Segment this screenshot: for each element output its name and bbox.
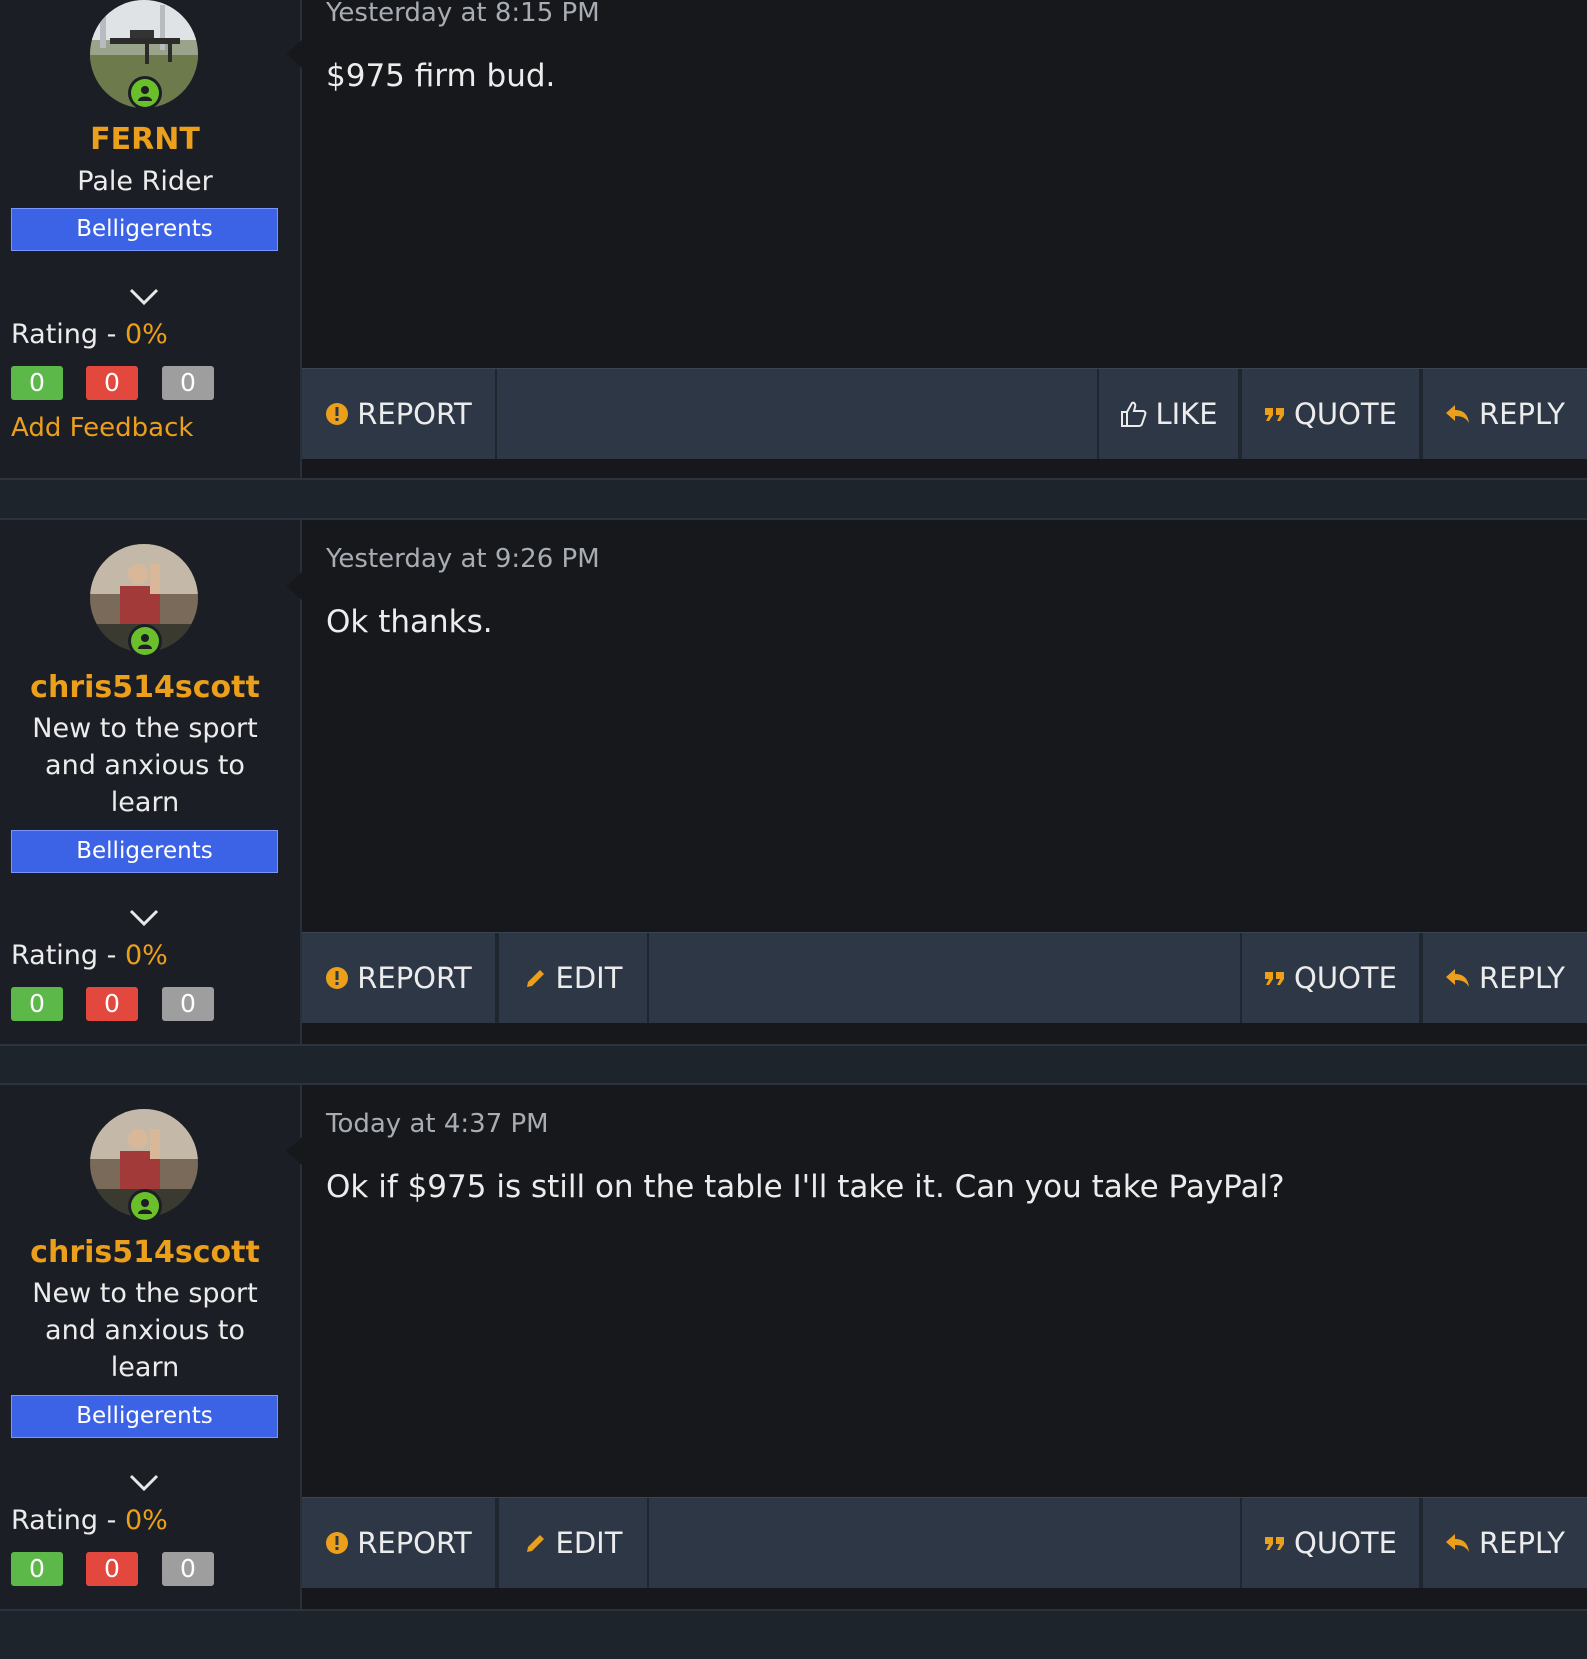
- post-arrow: [286, 572, 302, 600]
- negative-feedback-badge[interactable]: 0: [86, 366, 138, 400]
- like-icon: [1121, 401, 1147, 427]
- edit-label: EDIT: [555, 961, 623, 995]
- reply-icon: [1446, 969, 1469, 987]
- rating-label: Rating -: [11, 319, 125, 350]
- user-title: New to the sport and anxious to learn: [32, 713, 258, 818]
- like-button[interactable]: LIKE: [1097, 369, 1240, 459]
- username[interactable]: chris514scott: [0, 1235, 290, 1270]
- post-message: $975 firm bud.: [326, 58, 556, 94]
- quote-label: QUOTE: [1294, 961, 1397, 995]
- post: chris514scott New to the sport and anxio…: [0, 1083, 1587, 1611]
- quote-button[interactable]: QUOTE: [1240, 933, 1421, 1023]
- online-status-icon: [128, 624, 162, 658]
- user-group-banner: Belligerents: [11, 1395, 278, 1438]
- report-icon: [326, 403, 349, 425]
- report-icon: [326, 1532, 349, 1554]
- post-arrow: [286, 1137, 302, 1165]
- rating-value: 0%: [124, 940, 168, 971]
- post-user-panel: chris514scott New to the sport and anxio…: [0, 1085, 302, 1609]
- post-action-bar: REPORT LIKE QUOTE REPLY: [302, 368, 1587, 459]
- rating-line: Rating - 0%: [11, 940, 168, 971]
- reply-label: REPLY: [1479, 1526, 1565, 1560]
- post-user-panel: chris514scott New to the sport and anxio…: [0, 520, 302, 1044]
- quote-icon: [1265, 972, 1285, 985]
- pencil-icon: [526, 970, 544, 987]
- username[interactable]: chris514scott: [0, 670, 290, 705]
- user-title: Pale Rider: [77, 166, 213, 197]
- reply-label: REPLY: [1479, 397, 1565, 431]
- post: FERNT Pale Rider Belligerents Rating - 0…: [0, 0, 1587, 480]
- online-status-icon: [128, 1189, 162, 1223]
- chevron-down-icon[interactable]: [128, 1473, 160, 1493]
- post-body: Yesterday at 9:26 PM Ok thanks. REPORT E…: [286, 520, 1587, 1044]
- report-label: REPORT: [357, 961, 472, 995]
- positive-feedback-badge[interactable]: 0: [11, 1552, 63, 1586]
- edit-button[interactable]: EDIT: [497, 1498, 649, 1588]
- quote-icon: [1265, 1537, 1285, 1550]
- rating-label: Rating -: [11, 940, 125, 971]
- chevron-down-icon[interactable]: [128, 908, 160, 928]
- post-message: Ok if $975 is still on the table I'll ta…: [326, 1169, 1285, 1205]
- reply-label: REPLY: [1479, 961, 1565, 995]
- quote-icon: [1265, 408, 1285, 421]
- report-label: REPORT: [357, 397, 472, 431]
- edit-label: EDIT: [555, 1526, 623, 1560]
- like-label: LIKE: [1155, 397, 1218, 431]
- post-user-panel: FERNT Pale Rider Belligerents Rating - 0…: [0, 0, 302, 478]
- user-group-banner: Belligerents: [11, 208, 278, 251]
- online-status-icon: [128, 76, 162, 110]
- neutral-feedback-badge[interactable]: 0: [162, 366, 214, 400]
- post: chris514scott New to the sport and anxio…: [0, 518, 1587, 1046]
- quote-label: QUOTE: [1294, 397, 1397, 431]
- edit-button[interactable]: EDIT: [497, 933, 649, 1023]
- reply-icon: [1446, 405, 1469, 423]
- post-date[interactable]: Yesterday at 9:26 PM: [326, 544, 600, 574]
- neutral-feedback-badge[interactable]: 0: [162, 987, 214, 1021]
- rating-line: Rating - 0%: [11, 1505, 168, 1536]
- report-button[interactable]: REPORT: [302, 1498, 497, 1588]
- quote-button[interactable]: QUOTE: [1240, 369, 1421, 459]
- reply-button[interactable]: REPLY: [1421, 933, 1587, 1023]
- positive-feedback-badge[interactable]: 0: [11, 366, 63, 400]
- reply-icon: [1446, 1534, 1469, 1552]
- negative-feedback-badge[interactable]: 0: [86, 987, 138, 1021]
- neutral-feedback-badge[interactable]: 0: [162, 1552, 214, 1586]
- report-button[interactable]: REPORT: [302, 933, 497, 1023]
- post-arrow: [286, 40, 302, 68]
- post-action-bar: REPORT EDIT QUOTE REPLY: [302, 1497, 1587, 1588]
- post-date[interactable]: Yesterday at 8:15 PM: [326, 0, 600, 28]
- positive-feedback-badge[interactable]: 0: [11, 987, 63, 1021]
- chevron-down-icon[interactable]: [128, 287, 160, 307]
- post-message: Ok thanks.: [326, 604, 493, 640]
- user-title: New to the sport and anxious to learn: [32, 1278, 258, 1383]
- reply-button[interactable]: REPLY: [1421, 369, 1587, 459]
- user-group-banner: Belligerents: [11, 830, 278, 873]
- negative-feedback-badge[interactable]: 0: [86, 1552, 138, 1586]
- post-action-bar: REPORT EDIT QUOTE REPLY: [302, 932, 1587, 1023]
- report-icon: [326, 967, 349, 989]
- add-feedback-link[interactable]: Add Feedback: [11, 413, 193, 443]
- username[interactable]: FERNT: [0, 122, 290, 157]
- rating-value: 0%: [124, 1505, 168, 1536]
- pencil-icon: [526, 1535, 544, 1552]
- post-date[interactable]: Today at 4:37 PM: [326, 1109, 549, 1139]
- quote-button[interactable]: QUOTE: [1240, 1498, 1421, 1588]
- message-thread: FERNT Pale Rider Belligerents Rating - 0…: [0, 0, 1587, 1659]
- report-button[interactable]: REPORT: [302, 369, 497, 459]
- rating-line: Rating - 0%: [11, 319, 168, 350]
- rating-label: Rating -: [11, 1505, 125, 1536]
- reply-button[interactable]: REPLY: [1421, 1498, 1587, 1588]
- quote-label: QUOTE: [1294, 1526, 1397, 1560]
- rating-value: 0%: [124, 319, 168, 350]
- report-label: REPORT: [357, 1526, 472, 1560]
- post-body: Yesterday at 8:15 PM $975 firm bud. REPO…: [286, 0, 1587, 478]
- post-body: Today at 4:37 PM Ok if $975 is still on …: [286, 1085, 1587, 1609]
